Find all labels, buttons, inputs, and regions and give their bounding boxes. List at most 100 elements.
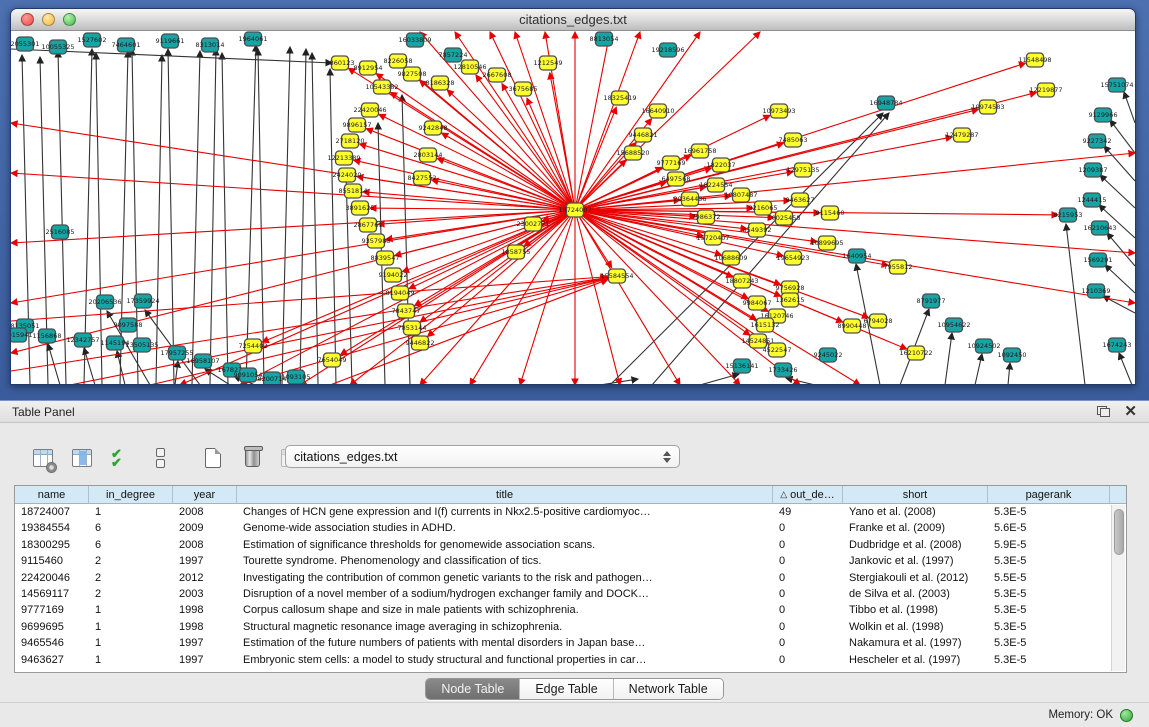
graph-node[interactable]: 16033809	[398, 33, 431, 47]
graph-node[interactable]: 15751074	[1100, 78, 1133, 92]
show-column-icon[interactable]	[69, 445, 95, 471]
column-header-in-degree[interactable]: in_degree	[89, 486, 173, 503]
column-header-out-degree[interactable]: △out_de…	[773, 486, 843, 503]
table-row[interactable]: 1830029562008Estimation of significance …	[15, 537, 1126, 553]
graph-node[interactable]: 8226058	[384, 54, 413, 68]
graph-node[interactable]: 1569291	[1084, 253, 1113, 267]
graph-node[interactable]: 19654923	[776, 251, 809, 265]
new-column-icon[interactable]	[200, 445, 226, 471]
float-panel-icon[interactable]	[1097, 406, 1110, 417]
column-header-name[interactable]: name	[15, 486, 89, 503]
table-row[interactable]: 946362711997Embryonic stem cells: a mode…	[15, 652, 1126, 668]
graph-node[interactable]: 9896157	[343, 118, 372, 132]
graph-node[interactable]: 1244415	[1078, 193, 1107, 207]
graph-node[interactable]: 2516085	[46, 225, 75, 239]
graph-node[interactable]: 13505135	[125, 338, 158, 352]
graph-node[interactable]: 1733426	[769, 363, 798, 377]
graph-node[interactable]: 9227342	[1083, 134, 1112, 148]
graph-node[interactable]: 1092450	[998, 348, 1027, 362]
graph-node[interactable]: 15688520	[616, 146, 649, 160]
graph-node[interactable]: 9242848	[419, 121, 448, 135]
graph-node[interactable]: 1964061	[239, 32, 268, 46]
table-row[interactable]: 1872400712008Changes of HCN gene express…	[15, 504, 1126, 520]
graph-node[interactable]: 2867761	[354, 218, 383, 232]
graph-node[interactable]: 10807487	[724, 188, 757, 202]
graph-node[interactable]: 16210643	[1083, 221, 1116, 235]
column-header-pagerank[interactable]: pagerank	[988, 486, 1110, 503]
table-mode-icon[interactable]	[147, 445, 173, 471]
network-view[interactable]: 2055301100553251527602746460191196618313…	[11, 31, 1135, 385]
column-header-short[interactable]: short	[843, 486, 988, 503]
graph-node[interactable]: 12479287	[945, 128, 978, 142]
zoom-window-icon[interactable]	[63, 13, 76, 26]
column-header-title[interactable]: title	[237, 486, 773, 503]
graph-node[interactable]: 1212549	[534, 56, 563, 70]
column-header-year[interactable]: year	[173, 486, 237, 503]
scrollbar-thumb[interactable]	[1114, 509, 1124, 555]
graph-node[interactable]: 3891625	[346, 201, 375, 215]
table-settings-icon[interactable]	[30, 445, 56, 471]
graph-node[interactable]: 1674243	[1103, 338, 1132, 352]
graph-node[interactable]: 1209387	[1079, 163, 1108, 177]
tab-edge-table[interactable]: Edge Table	[520, 679, 613, 699]
graph-node[interactable]: 8313014	[196, 38, 225, 52]
graph-node[interactable]: 2424020	[333, 168, 362, 182]
graph-node[interactable]: 1858755	[502, 245, 531, 259]
graph-node[interactable]: 12975135	[786, 163, 819, 177]
tab-network-table[interactable]: Network Table	[614, 679, 723, 699]
graph-node[interactable]: 12213389	[327, 151, 360, 165]
graph-node[interactable]: 10899695	[810, 236, 843, 250]
delete-column-icon[interactable]	[239, 445, 265, 471]
graph-node[interactable]: 9463627	[786, 193, 815, 207]
graph-node[interactable]: 2718120	[336, 134, 365, 148]
graph-node[interactable]: 11548498	[1018, 53, 1051, 67]
table-row[interactable]: 2242004622012Investigating the contribut…	[15, 570, 1126, 586]
graph-node[interactable]: 9446821	[629, 128, 658, 142]
graph-node[interactable]: 2803144	[414, 148, 443, 162]
graph-node[interactable]: 16640910	[641, 104, 674, 118]
row-selection-icon[interactable]: ✔✔	[108, 445, 134, 471]
table-row[interactable]: 969969511998Structural magnetic resonanc…	[15, 619, 1126, 635]
tab-node-table[interactable]: Node Table	[426, 679, 520, 699]
graph-node[interactable]: 8215953	[1054, 208, 1083, 222]
graph-node[interactable]: 8839547	[371, 251, 400, 265]
graph-node[interactable]: 9129966	[1089, 108, 1118, 122]
graph-node[interactable]: 15136141	[725, 359, 758, 373]
graph-node[interactable]: 9194022	[379, 268, 408, 282]
window-titlebar[interactable]: citations_edges.txt	[11, 9, 1135, 31]
graph-node[interactable]: 10954622	[937, 318, 970, 332]
graph-node[interactable]: 1640954	[843, 249, 872, 263]
graph-node[interactable]: 9245022	[814, 348, 843, 362]
graph-node[interactable]: 10973493	[762, 104, 795, 118]
graph-node[interactable]: 18325419	[603, 91, 636, 105]
table-selector-dropdown[interactable]: citations_edges.txt	[285, 445, 680, 468]
table-row[interactable]: 977716911998Corpus callosum shape and si…	[15, 602, 1126, 618]
table-scrollbar[interactable]	[1111, 505, 1125, 671]
graph-node[interactable]: 9357983	[362, 234, 391, 248]
table-row[interactable]: 1456911722003Disruption of a novel membe…	[15, 586, 1126, 602]
minimize-window-icon[interactable]	[42, 13, 55, 26]
graph-node[interactable]: 9115460	[816, 206, 845, 220]
graph-node[interactable]: 22420046	[353, 103, 386, 117]
table-row[interactable]: 946554611997Estimation of the future num…	[15, 635, 1126, 651]
graph-node[interactable]: 8216065	[749, 201, 778, 215]
table-row[interactable]: 1938455462009Genome-wide association stu…	[15, 520, 1126, 536]
graph-node[interactable]: 19218596	[651, 43, 684, 57]
graph-node[interactable]: 1527602	[78, 33, 107, 47]
table-row[interactable]: 911546021997Tourette syndrome. Phenomeno…	[15, 553, 1126, 569]
close-panel-icon[interactable]: ✕	[1124, 404, 1137, 419]
close-window-icon[interactable]	[21, 13, 34, 26]
graph-node[interactable]: 17359924	[126, 294, 159, 308]
graph-node[interactable]: 8860123	[326, 56, 355, 70]
graph-node[interactable]: 12342757	[66, 333, 99, 347]
graph-node[interactable]: 9119661	[156, 34, 185, 48]
graph-node[interactable]: 7464601	[112, 38, 141, 52]
graph-node[interactable]: 16948784	[869, 96, 902, 110]
graph-node[interactable]: 20206536	[88, 295, 121, 309]
graph-node[interactable]: 12219877	[1029, 83, 1062, 97]
graph-node[interactable]: 8813054	[590, 32, 619, 46]
graph-node[interactable]: 1210369	[1082, 284, 1111, 298]
graph-node[interactable]: 10924502	[967, 339, 1000, 353]
graph-node[interactable]: 9827508	[398, 67, 427, 81]
graph-node[interactable]: 8791977	[917, 294, 946, 308]
